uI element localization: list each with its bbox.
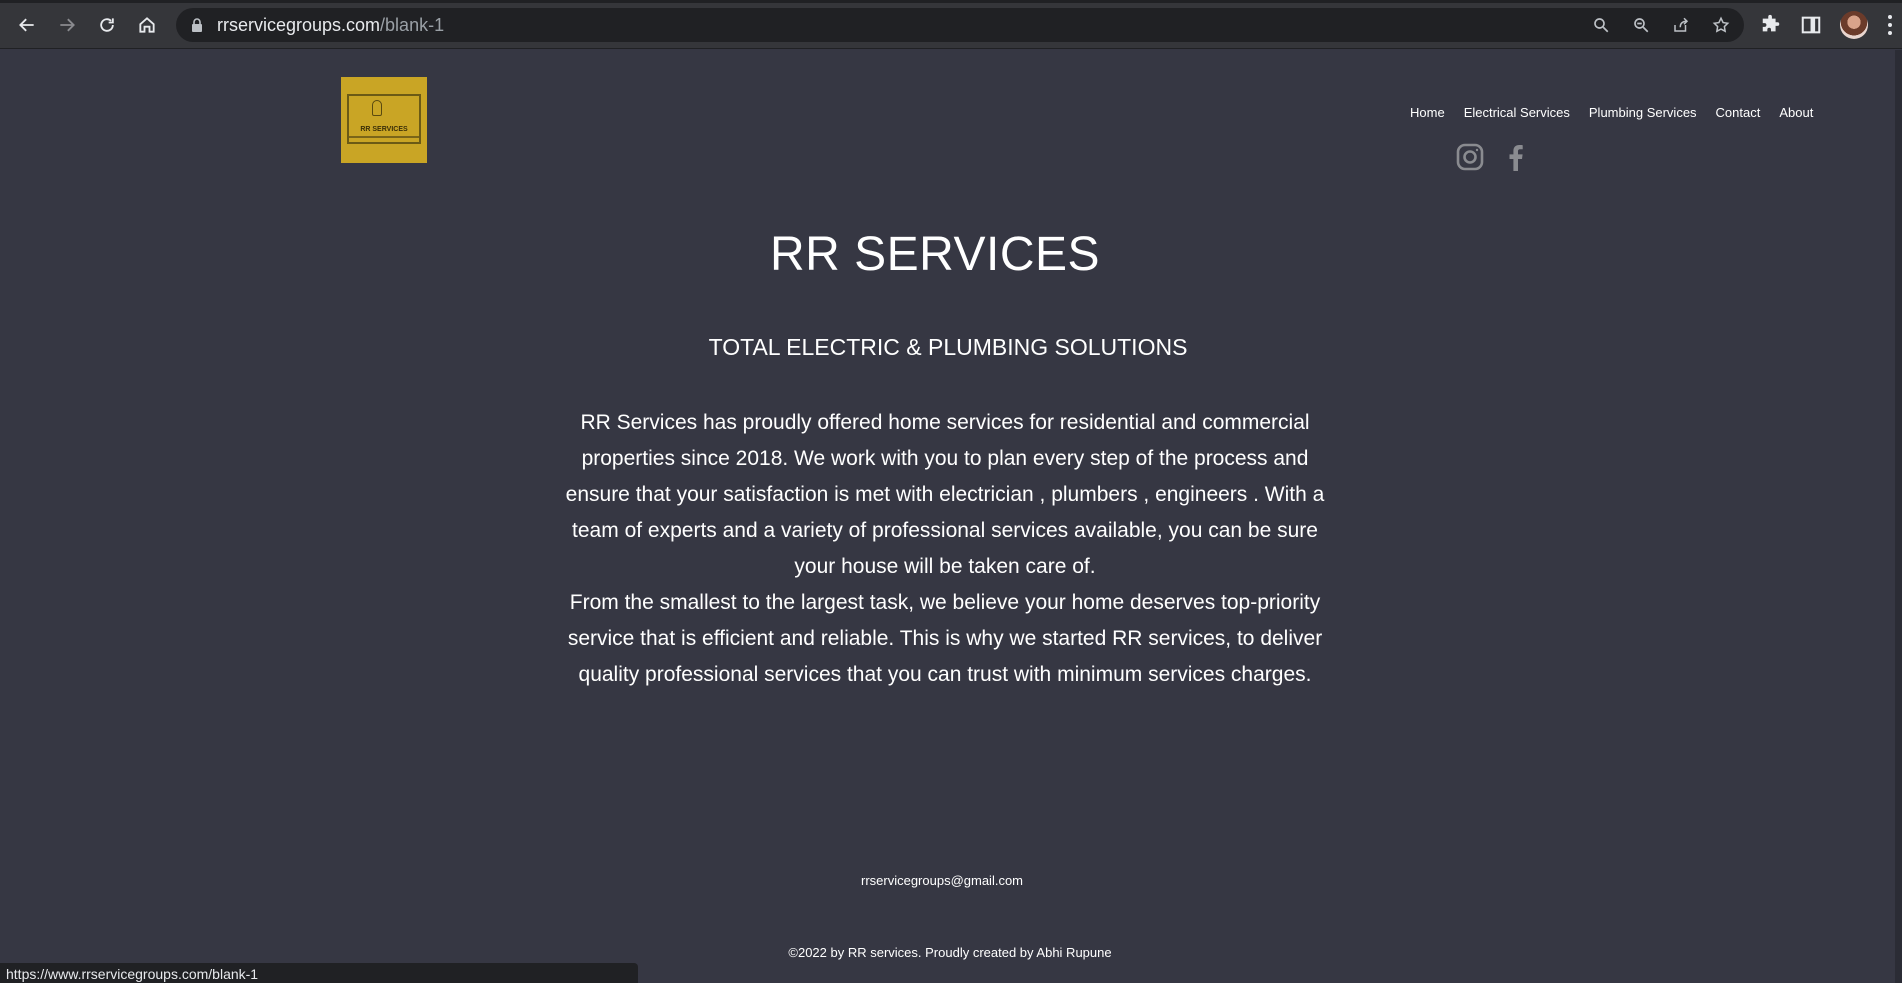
about-text: RR Services has proudly offered home ser… [550,405,1340,693]
menu-icon[interactable] [1886,12,1894,38]
browser-toolbar: rrservicegroups.com/blank-1 [0,0,1902,49]
home-icon[interactable] [134,12,160,38]
social-bar [1455,142,1531,172]
tab-strip-edge [0,0,1902,3]
bulb-icon [372,100,382,116]
url-text[interactable]: rrservicegroups.com/blank-1 [217,16,444,34]
lock-icon[interactable] [190,18,204,32]
page-title: RR SERVICES [769,228,1101,281]
side-panel-icon[interactable] [1800,14,1822,36]
back-icon[interactable] [14,12,40,38]
nav-about[interactable]: About [1779,105,1813,120]
nav-electrical-services[interactable]: Electrical Services [1464,105,1570,120]
url-host: rrservicegroups.com [217,15,381,35]
nav-home[interactable]: Home [1410,105,1445,120]
share-icon[interactable] [1672,16,1690,34]
page-subtitle: TOTAL ELECTRIC & PLUMBING SOLUTIONS [708,334,1188,360]
facebook-icon[interactable] [1501,142,1531,172]
zoom-icon[interactable] [1632,16,1650,34]
reload-icon[interactable] [94,12,120,38]
footer-email[interactable]: rrservicegroups@gmail.com [0,873,1884,888]
star-icon[interactable] [1712,16,1730,34]
page-content: RR SERVICES Home Electrical Services Plu… [0,50,1902,983]
status-bar-link: https://www.rrservicegroups.com/blank-1 [0,963,638,983]
paragraph-2: From the smallest to the largest task, w… [567,591,1323,686]
logo-underline [349,136,419,138]
search-icon[interactable] [1592,16,1610,34]
instagram-icon[interactable] [1455,142,1485,172]
logo-text: RR SERVICES [360,126,408,133]
nav-contact[interactable]: Contact [1716,105,1761,120]
address-bar[interactable]: rrservicegroups.com/blank-1 [176,8,1744,42]
extensions-icon[interactable] [1760,14,1782,36]
main-nav: Home Electrical Services Plumbing Servic… [1410,105,1813,120]
scrollbar[interactable] [1895,50,1902,983]
url-path: /blank-1 [380,15,445,35]
footer-copyright: ©2022 by RR services. Proudly created by… [788,945,1112,960]
forward-icon[interactable] [54,12,80,38]
paragraph-1: RR Services has proudly offered home ser… [565,411,1325,578]
site-logo[interactable]: RR SERVICES [341,77,427,163]
profile-avatar[interactable] [1840,11,1868,39]
nav-plumbing-services[interactable]: Plumbing Services [1589,105,1697,120]
logo-frame: RR SERVICES [347,94,421,144]
